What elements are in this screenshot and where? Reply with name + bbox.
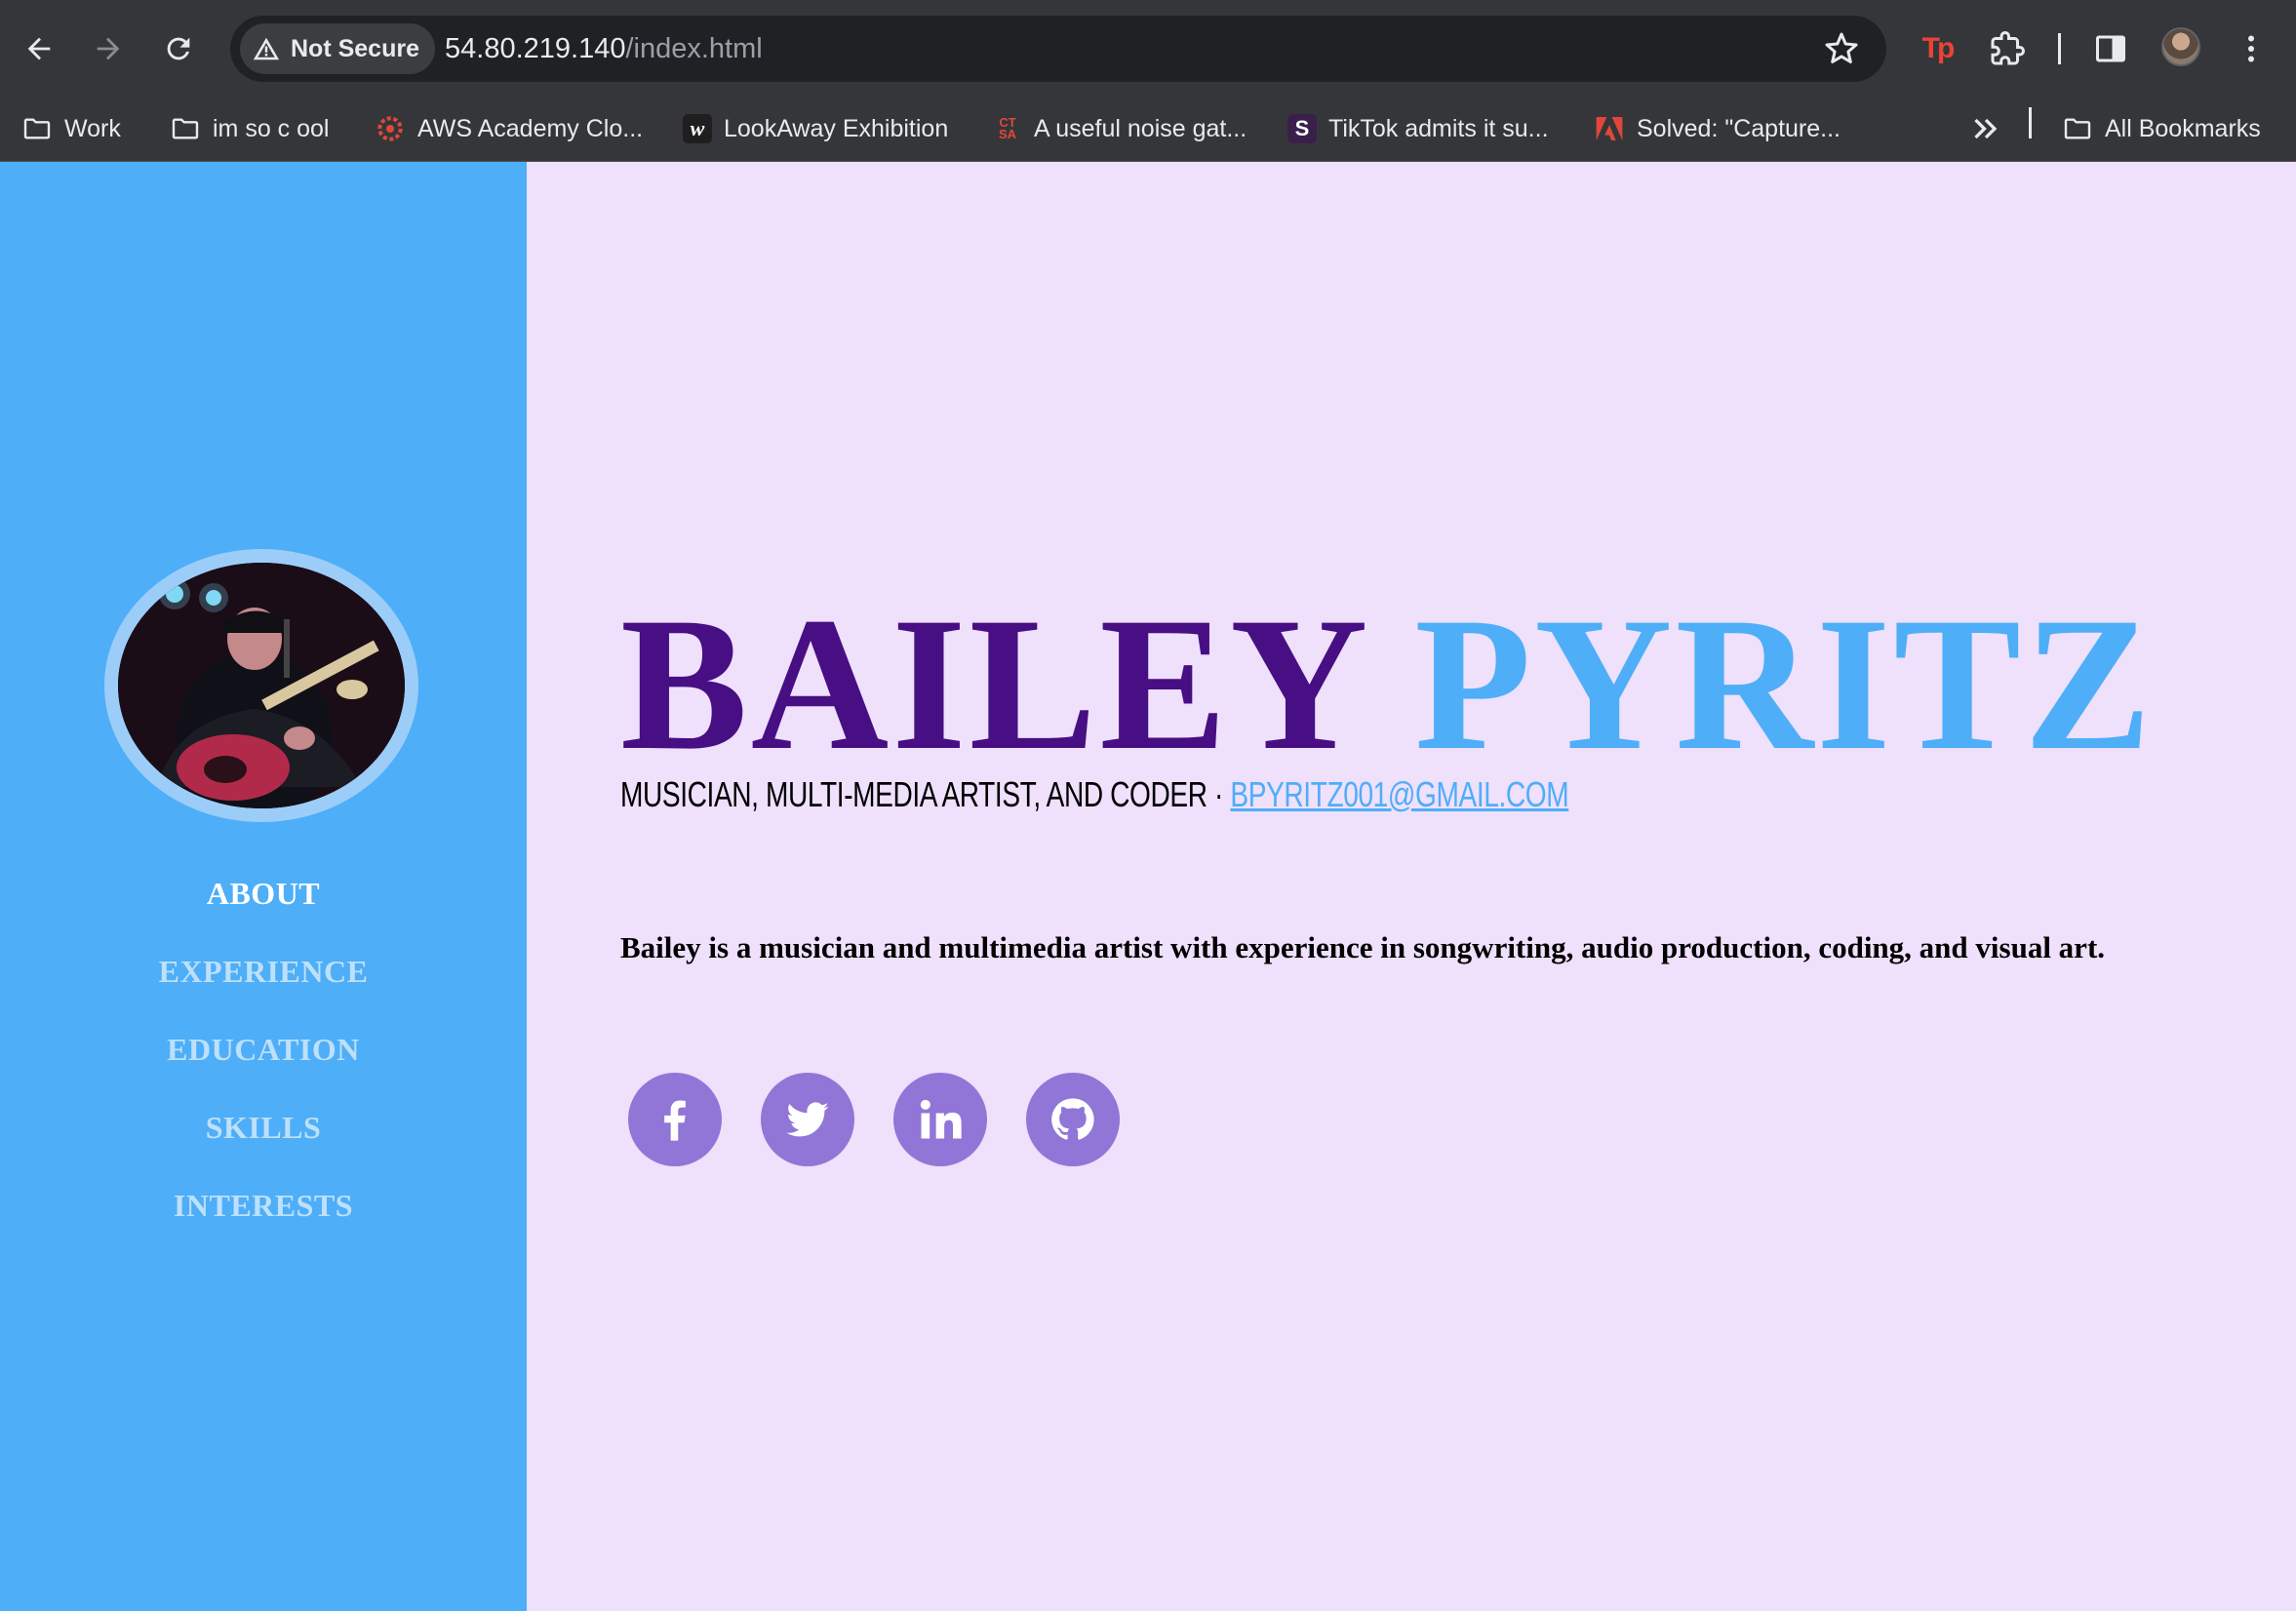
toolbar-divider (2058, 33, 2061, 64)
roles-text: Musician, Multi-Media Artist, and Coder (620, 774, 1207, 814)
bio-text: Bailey is a musician and multimedia arti… (620, 930, 2106, 964)
github-icon (1051, 1098, 1094, 1140)
reload-button[interactable] (151, 21, 206, 76)
email-link[interactable]: bpyritz001@gmail.com (1230, 774, 1568, 814)
nav-link-skills[interactable]: SKILLS (206, 1110, 322, 1146)
bookmark-label: im so c ool (213, 114, 330, 142)
forward-button[interactable] (81, 21, 136, 76)
github-link[interactable] (1026, 1073, 1120, 1166)
browser-toolbar: Not Secure 54.80.219.140/index.html Tp (0, 0, 2296, 96)
url-host: 54.80.219.140 (445, 32, 626, 64)
s-favicon: S (1287, 114, 1317, 143)
bookmark-label: Work (64, 114, 121, 142)
chevron-double-right-icon[interactable] (1968, 111, 2003, 146)
last-name: PYRITZ (1414, 578, 2155, 790)
linkedin-link[interactable] (893, 1073, 987, 1166)
first-name: BAILEY (620, 578, 1365, 790)
bookmark-work[interactable]: Work (21, 96, 121, 162)
folder-icon (172, 118, 199, 139)
profile-photo (118, 563, 405, 808)
extension-tp-icon: Tp (1921, 32, 1956, 64)
star-icon[interactable] (1824, 31, 1859, 66)
nav-item-education: EDUCATION (0, 1010, 527, 1088)
nav-link-interests[interactable]: INTERESTS (174, 1188, 353, 1224)
puzzle-icon (1991, 31, 2025, 65)
facebook-icon (664, 1100, 686, 1141)
twitter-link[interactable] (761, 1073, 854, 1166)
warning-icon (253, 37, 280, 60)
separator: · (1207, 774, 1231, 814)
forward-icon (97, 37, 120, 60)
twitter-icon (786, 1102, 829, 1137)
nav-item-experience: EXPERIENCE (0, 932, 527, 1010)
canvas-favicon (377, 116, 403, 141)
bookmark-label: Solved: "Capture... (1637, 114, 1841, 142)
bookmarks-divider (2029, 107, 2032, 138)
subheading: Musician, Multi-Media Artist, and Coder … (620, 774, 1569, 815)
page-title: BAILEY PYRITZ (620, 589, 2155, 780)
adobe-favicon (1596, 117, 1623, 140)
bookmark-solved-capture[interactable]: Solved: "Capture... (1594, 96, 1841, 162)
menu-icon (2248, 35, 2254, 62)
bookmark-label: TikTok admits it su... (1328, 114, 1549, 142)
bookmark-label: LookAway Exhibition (724, 114, 949, 142)
folder-icon (2064, 118, 2091, 139)
facebook-link[interactable] (628, 1073, 722, 1166)
reload-icon (167, 37, 190, 60)
security-chip[interactable]: Not Secure (240, 23, 435, 74)
w-favicon: w (683, 114, 712, 143)
bookmark-tiktok[interactable]: S TikTok admits it su... (1287, 96, 1549, 162)
nav-item-interests: INTERESTS (0, 1166, 527, 1244)
back-button[interactable] (12, 21, 66, 76)
browser-menu-button[interactable] (2224, 21, 2278, 76)
nav-link-experience[interactable]: EXPERIENCE (159, 954, 369, 990)
bookmark-noise-gate[interactable]: CT SA A useful noise gat... (993, 96, 1247, 162)
ctsa-favicon: CT SA (998, 115, 1017, 141)
side-panel-button[interactable] (2083, 21, 2138, 76)
all-bookmarks[interactable]: All Bookmarks (2062, 96, 2261, 162)
about-section: BAILEY PYRITZ Musician, Multi-Media Arti… (620, 162, 2278, 1611)
profile-photo-image (118, 563, 405, 808)
extensions-button[interactable] (1980, 21, 2035, 76)
nav-link-about[interactable]: ABOUT (207, 876, 320, 912)
social-links (628, 1073, 1120, 1166)
folder-icon (23, 118, 51, 139)
security-label: Not Secure (291, 34, 419, 62)
nav-link-education[interactable]: EDUCATION (167, 1032, 360, 1068)
profile-photo-frame (104, 549, 418, 822)
nav-item-about: ABOUT (0, 854, 527, 932)
all-bookmarks-label: All Bookmarks (2105, 114, 2261, 142)
bookmark-im-so-c-ool[interactable]: im so c ool (170, 96, 329, 162)
sidebar: ABOUT EXPERIENCE EDUCATION SKILLS INTERE… (0, 162, 527, 1611)
bookmark-label: AWS Academy Clo... (417, 114, 644, 142)
back-icon (27, 37, 51, 60)
bookmarks-bar: Work im so c ool AWS Academy Clo... w Lo… (0, 96, 2296, 162)
sidebar-nav: ABOUT EXPERIENCE EDUCATION SKILLS INTERE… (0, 854, 527, 1244)
profile-avatar[interactable] (2161, 27, 2200, 66)
address-bar[interactable]: Not Secure 54.80.219.140/index.html (230, 16, 1886, 82)
url-text[interactable]: 54.80.219.140/index.html (445, 16, 763, 82)
bookmark-aws-academy[interactable]: AWS Academy Clo... (375, 96, 643, 162)
url-path: /index.html (625, 32, 763, 64)
side-panel-icon (2096, 35, 2125, 62)
page-viewport: ABOUT EXPERIENCE EDUCATION SKILLS INTERE… (0, 162, 2296, 1611)
linkedin-icon (920, 1099, 962, 1139)
bookmark-label: A useful noise gat... (1034, 114, 1247, 142)
extension-tp-button[interactable]: Tp (1910, 21, 1964, 76)
nav-item-skills: SKILLS (0, 1088, 527, 1166)
bookmark-lookaway[interactable]: w LookAway Exhibition (683, 96, 948, 162)
